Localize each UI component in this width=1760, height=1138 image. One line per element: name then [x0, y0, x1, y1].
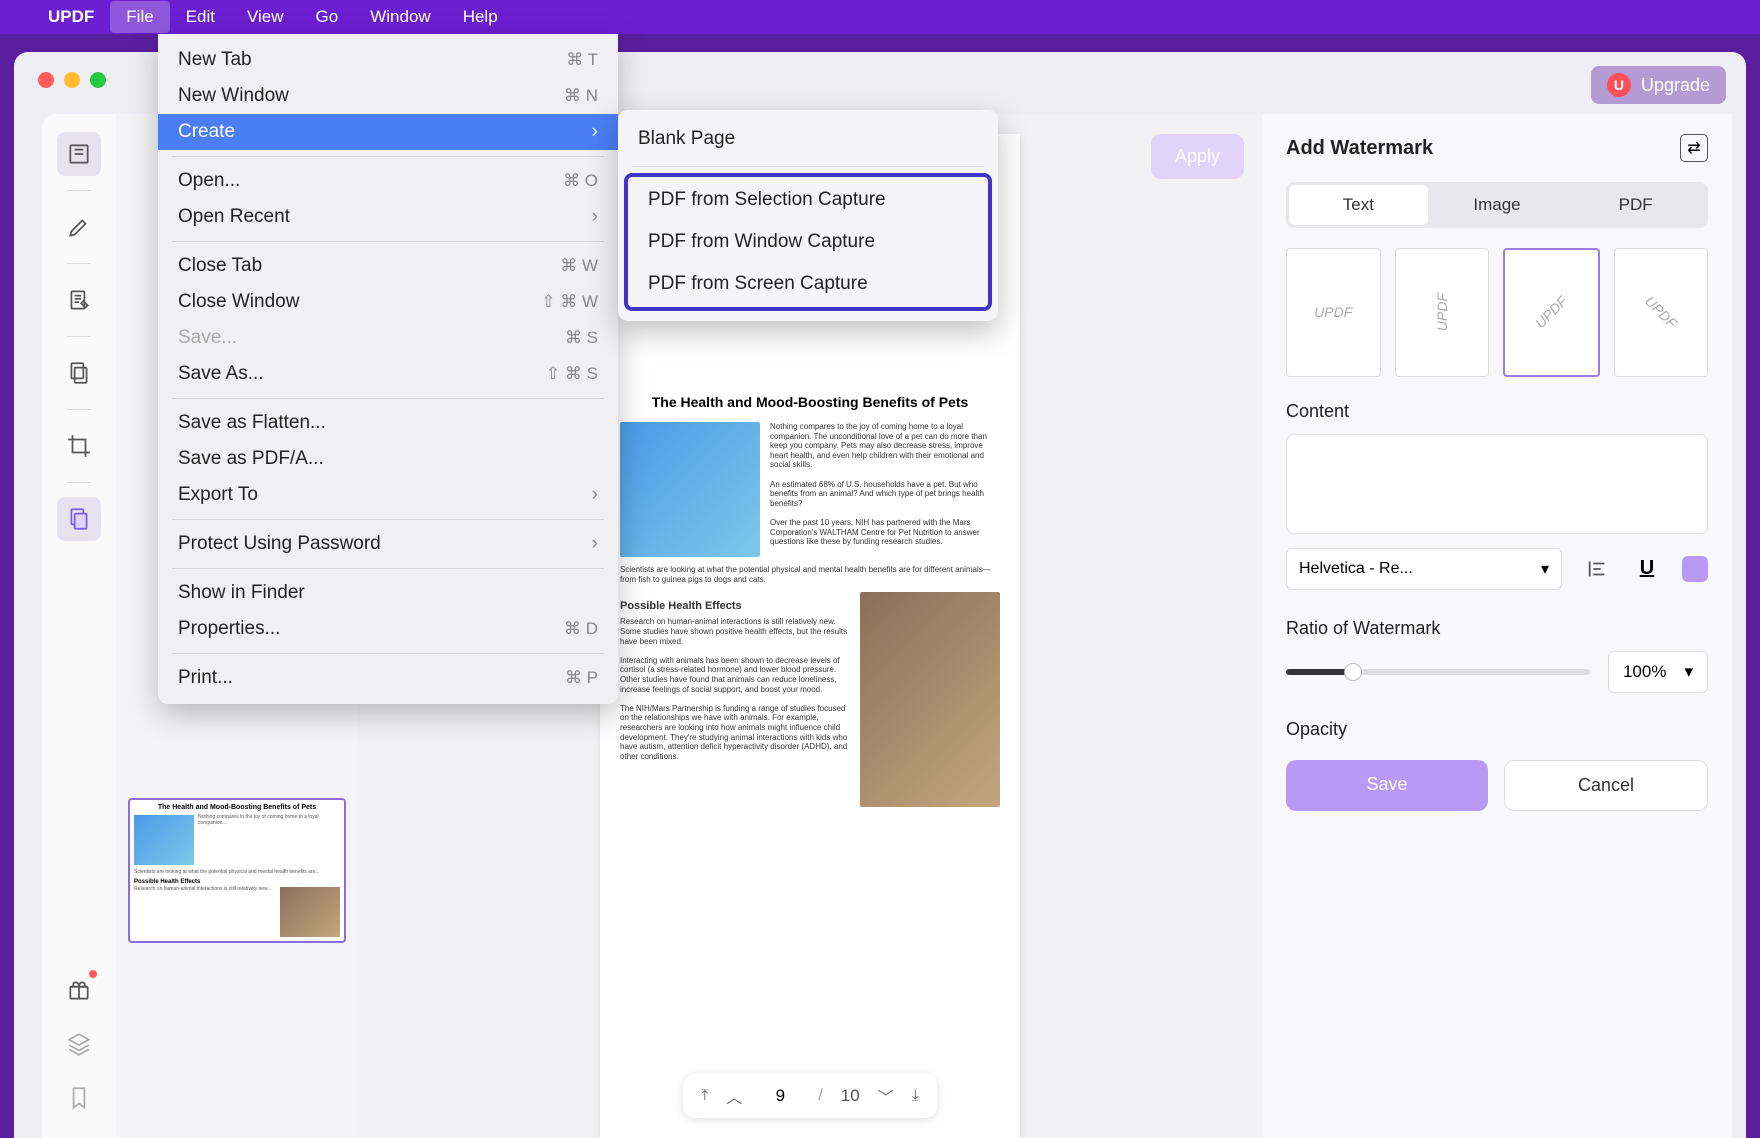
edit-tool-icon[interactable]	[57, 278, 101, 322]
ratio-label: Ratio of Watermark	[1286, 618, 1708, 639]
menu-open-recent[interactable]: Open Recent›	[158, 199, 618, 235]
submenu-window-capture[interactable]: PDF from Window Capture	[628, 221, 988, 263]
upgrade-label: Upgrade	[1641, 75, 1710, 96]
menu-open[interactable]: Open...⌘ O	[158, 163, 618, 199]
menu-go[interactable]: Go	[300, 1, 355, 33]
page-number-input[interactable]	[760, 1086, 800, 1106]
bookmark-icon[interactable]	[57, 1076, 101, 1120]
menu-protect-password[interactable]: Protect Using Password›	[158, 526, 618, 562]
file-menu-dropdown: New Tab⌘ T New Window⌘ N Create› Open...…	[158, 34, 618, 704]
menu-close-window[interactable]: Close Window⇧ ⌘ W	[158, 284, 618, 320]
gift-icon[interactable]	[57, 968, 101, 1012]
menu-save-pdfa[interactable]: Save as PDF/A...	[158, 441, 618, 477]
tab-pdf[interactable]: PDF	[1566, 185, 1705, 225]
align-icon[interactable]	[1582, 554, 1612, 584]
save-button[interactable]: Save	[1286, 760, 1488, 811]
menu-save: Save...⌘ S	[158, 320, 618, 356]
menubar: UPDF File Edit View Go Window Help	[0, 0, 1760, 34]
submenu-screen-capture[interactable]: PDF from Screen Capture	[628, 263, 988, 305]
menu-save-flatten[interactable]: Save as Flatten...	[158, 405, 618, 441]
tab-image[interactable]: Image	[1428, 185, 1567, 225]
menu-print[interactable]: Print...⌘ P	[158, 660, 618, 696]
upgrade-button[interactable]: U Upgrade	[1591, 66, 1726, 104]
menu-close-tab[interactable]: Close Tab⌘ W	[158, 248, 618, 284]
layers-icon[interactable]	[57, 1022, 101, 1066]
reader-tool-icon[interactable]	[57, 132, 101, 176]
color-swatch[interactable]	[1682, 556, 1708, 582]
menu-help[interactable]: Help	[447, 1, 514, 33]
panel-title: Add Watermark	[1286, 137, 1433, 160]
watermark-styles: UPDF UPDF UPDF UPDF	[1286, 248, 1708, 377]
menu-export-to[interactable]: Export To›	[158, 477, 618, 513]
first-page-icon[interactable]: ⤒	[701, 1087, 708, 1105]
submenu-selection-capture[interactable]: PDF from Selection Capture	[628, 179, 988, 221]
organize-tool-icon[interactable]	[57, 351, 101, 395]
ratio-select[interactable]: 100%▾	[1608, 651, 1708, 693]
menu-properties[interactable]: Properties...⌘ D	[158, 611, 618, 647]
cat-image	[620, 422, 760, 557]
page-total: 10	[841, 1086, 860, 1106]
opacity-label: Opacity	[1286, 719, 1708, 740]
minimize-window-icon[interactable]	[64, 72, 80, 88]
capture-options-highlight: PDF from Selection Capture PDF from Wind…	[624, 173, 992, 311]
menu-new-window[interactable]: New Window⌘ N	[158, 78, 618, 114]
crop-tool-icon[interactable]	[57, 424, 101, 468]
menu-window[interactable]: Window	[354, 1, 446, 33]
watermark-panel: Add Watermark ⇄ Text Image PDF UPDF UPDF…	[1262, 114, 1732, 1138]
wm-style-vertical[interactable]: UPDF	[1395, 248, 1490, 377]
menu-new-tab[interactable]: New Tab⌘ T	[158, 42, 618, 78]
app-name[interactable]: UPDF	[32, 1, 110, 33]
page-thumbnail[interactable]: The Health and Mood-Boosting Benefits of…	[128, 798, 346, 943]
dog-image	[860, 592, 1000, 807]
create-submenu: Blank Page PDF from Selection Capture PD…	[618, 110, 998, 321]
wm-style-diagonal-down[interactable]: UPDF	[1614, 248, 1709, 377]
highlighter-tool-icon[interactable]	[57, 205, 101, 249]
watermark-type-tabs: Text Image PDF	[1286, 182, 1708, 228]
left-toolbar	[42, 114, 116, 1138]
watermark-content-input[interactable]	[1286, 434, 1708, 534]
cancel-button[interactable]: Cancel	[1504, 760, 1708, 811]
menu-file[interactable]: File	[110, 1, 169, 33]
font-select[interactable]: Helvetica - Re...▾	[1286, 548, 1562, 590]
wm-style-horizontal[interactable]: UPDF	[1286, 248, 1381, 377]
menu-create[interactable]: Create›	[158, 114, 618, 150]
menu-save-as[interactable]: Save As...⇧ ⌘ S	[158, 356, 618, 392]
menu-view[interactable]: View	[231, 1, 300, 33]
maximize-window-icon[interactable]	[90, 72, 106, 88]
menu-edit[interactable]: Edit	[170, 1, 231, 33]
swap-icon[interactable]: ⇄	[1680, 134, 1708, 162]
close-window-icon[interactable]	[38, 72, 54, 88]
traffic-lights	[38, 72, 106, 88]
content-label: Content	[1286, 401, 1708, 422]
next-page-icon[interactable]: ﹀	[878, 1084, 894, 1108]
ratio-slider[interactable]	[1286, 669, 1590, 675]
tab-text[interactable]: Text	[1289, 185, 1428, 225]
underline-icon[interactable]: U	[1632, 554, 1662, 584]
watermark-tool-icon[interactable]	[57, 497, 101, 541]
doc-title: The Health and Mood-Boosting Benefits of…	[620, 394, 1000, 410]
last-page-icon[interactable]: ⤓	[912, 1087, 919, 1105]
wm-style-diagonal-up[interactable]: UPDF	[1503, 248, 1600, 377]
submenu-blank-page[interactable]: Blank Page	[618, 118, 998, 160]
page-navigation: ⤒ ︿ / 10 ﹀ ⤓	[683, 1074, 937, 1118]
upgrade-icon: U	[1607, 73, 1631, 97]
apply-button[interactable]: Apply	[1151, 134, 1244, 179]
menu-show-finder[interactable]: Show in Finder	[158, 575, 618, 611]
prev-page-icon[interactable]: ︿	[726, 1084, 742, 1108]
